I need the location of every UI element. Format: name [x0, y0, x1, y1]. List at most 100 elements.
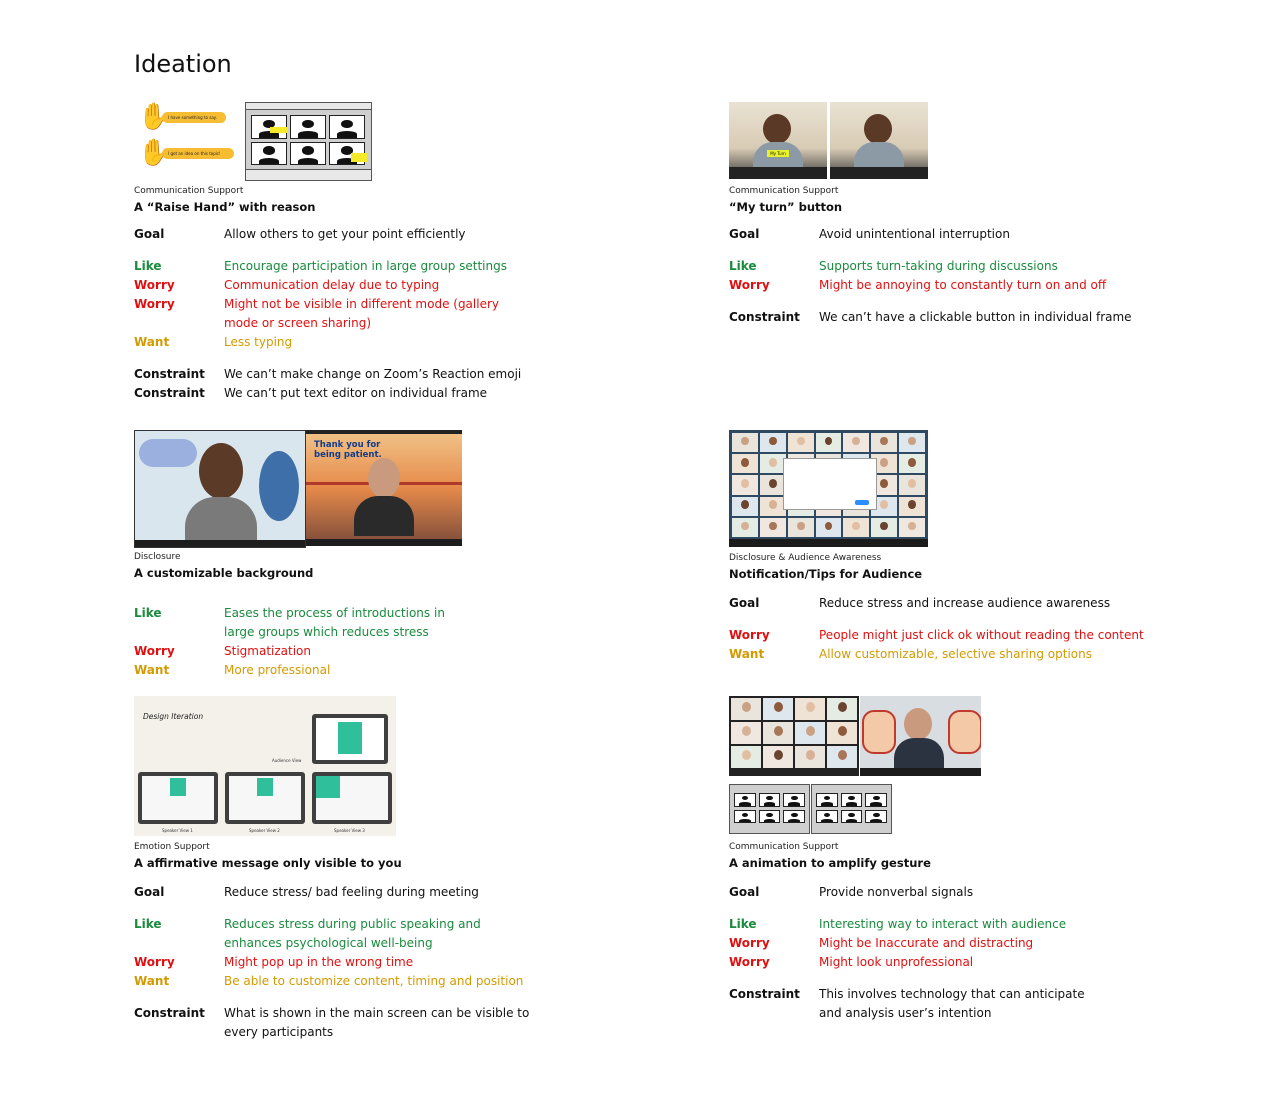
- attr-text: This involves technology that can antici…: [819, 987, 1085, 1020]
- participant-tile: [815, 433, 842, 453]
- participant-tile: [732, 433, 758, 453]
- attr-label: Like: [134, 606, 162, 620]
- card-title: A “Raise Hand” with reason: [134, 200, 316, 214]
- attr-text: Reduce stress and increase audience awar…: [819, 596, 1111, 610]
- attr-label: Like: [729, 259, 757, 273]
- participant-tile: [763, 722, 793, 744]
- card-thumbnails: Thank you for being patient.: [134, 430, 634, 548]
- participant-tile: [731, 722, 761, 744]
- attr-row-constraint: Constraint We can’t have a clickable butt…: [729, 308, 1229, 327]
- attr-text: Might pop up in the wrong time: [224, 955, 414, 969]
- participant-tile: [899, 475, 925, 495]
- attr-row-worry: Worry Might be annoying to constantly tur…: [729, 276, 1229, 295]
- gallery-screenshot: [729, 696, 859, 776]
- speaker-view-label: Speaker View 2: [249, 828, 280, 833]
- attr-text: Avoid unintentional interruption: [819, 227, 1010, 241]
- attr-text: Interesting way to interact with audienc…: [819, 917, 1067, 931]
- attr-row-worry: Worry People might just click ok without …: [729, 626, 1229, 645]
- design-iteration-title: Design Iteration: [143, 712, 204, 721]
- notification-screenshot: [729, 430, 928, 547]
- participant-tile: [843, 433, 870, 453]
- participant-tile: [795, 698, 825, 720]
- attr-row-goal: Goal Provide nonverbal signals: [729, 883, 1229, 902]
- attr-row-goal: Goal Reduce stress and increase audience …: [729, 594, 1229, 613]
- attr-row-want: Want Less typing: [134, 333, 634, 352]
- video-call-screenshot: [830, 102, 928, 179]
- background-banner: Thank you for being patient.: [314, 440, 382, 460]
- card-attributes: Goal Provide nonverbal signals Like Intere…: [729, 883, 1229, 1023]
- wireframe-gallery: [811, 784, 892, 834]
- card-title: A affirmative message only visible to yo…: [134, 856, 402, 870]
- gallery-window-illustration: [245, 102, 372, 181]
- attr-row-worry: Worry Might pop up in the wrong time: [134, 953, 634, 972]
- participant-tile: [759, 517, 786, 537]
- attr-row-like: Like Supports turn-taking during discussi…: [729, 257, 1229, 276]
- card-gesture: Communication Support A animation to amp…: [729, 696, 1229, 1023]
- card-thumbnails: Design Iteration Audience View Speaker V…: [134, 696, 634, 836]
- attr-text: Eases the process of introductions in la…: [224, 606, 445, 639]
- attr-label: Constraint: [134, 1006, 205, 1020]
- attr-text: What is shown in the main screen can be …: [224, 1006, 530, 1039]
- speaker-view-label: Speaker View 1: [162, 828, 193, 833]
- attr-row-like: Like Interesting way to interact with aud…: [729, 915, 1229, 934]
- participant-tile: [763, 746, 793, 768]
- card-title: “My turn” button: [729, 200, 843, 214]
- attr-row-want: Want Be able to customize content, timing…: [134, 972, 634, 991]
- participant-tile: [815, 517, 842, 537]
- card-category: Disclosure: [134, 552, 181, 562]
- card-category: Disclosure & Audience Awareness: [729, 553, 882, 563]
- my-turn-badge: My Turn: [767, 150, 789, 157]
- attr-label: Worry: [134, 278, 175, 292]
- attr-label: Want: [134, 974, 170, 988]
- attr-label: Goal: [134, 227, 165, 241]
- attr-text: Supports turn-taking during discussions: [819, 259, 1058, 273]
- attr-row-worry: Worry Stigmatization: [134, 642, 634, 661]
- wireframe-gallery: [729, 784, 810, 834]
- attr-label: Like: [134, 917, 162, 931]
- attr-label: Like: [729, 917, 757, 931]
- card-title: A customizable background: [134, 566, 314, 580]
- attr-row-constraint: Constraint We can’t put text editor on in…: [134, 384, 634, 403]
- audience-view-label: Audience View: [272, 758, 302, 763]
- attr-label: Worry: [729, 278, 770, 292]
- card-thumbnails: ✋ I have something to say. ✋ I got an id…: [134, 102, 634, 181]
- participant-tile: [795, 746, 825, 768]
- card-title: Notification/Tips for Audience: [729, 567, 923, 581]
- attr-row-like: Like Encourage participation in large gro…: [134, 257, 634, 276]
- attr-text: Reduce stress/ bad feeling during meetin…: [224, 885, 479, 899]
- participant-tile: [732, 517, 758, 537]
- attr-row-constraint: Constraint This involves technology that …: [729, 985, 1229, 1023]
- raise-hand-illustration: ✋ I have something to say. ✋ I got an id…: [134, 102, 238, 172]
- attr-label: Constraint: [134, 367, 205, 381]
- attr-row-worry: Worry Might not be visible in different m…: [134, 295, 634, 333]
- participant-tile: [732, 496, 758, 516]
- attr-text: Encourage participation in large group s…: [224, 259, 507, 273]
- hand-bubble: I got an idea on this topic!: [162, 148, 234, 159]
- participant-tile: [899, 454, 925, 474]
- participant-tile: [731, 698, 761, 720]
- attr-text: Be able to customize content, timing and…: [224, 974, 524, 988]
- participant-tile: [827, 746, 857, 768]
- attr-label: Goal: [729, 596, 760, 610]
- card-attributes: Goal Reduce stress and increase audience …: [729, 594, 1229, 664]
- attr-label: Want: [134, 335, 170, 349]
- participant-tile: [843, 517, 870, 537]
- attr-text: Less typing: [224, 335, 293, 349]
- participant-tile: [759, 433, 786, 453]
- attr-row-worry: Worry Communication delay due to typing: [134, 276, 634, 295]
- attr-row-want: Want More professional: [134, 661, 634, 680]
- card-thumbnails: [729, 696, 1229, 836]
- attr-row-worry: Worry Might be Inaccurate and distracting: [729, 934, 1229, 953]
- gesture-animation-screenshot: [860, 696, 981, 776]
- attr-label: Constraint: [729, 987, 800, 1001]
- card-category: Communication Support: [729, 186, 839, 196]
- attr-label: Worry: [134, 297, 175, 311]
- card-category: Emotion Support: [134, 842, 210, 852]
- attr-text: Allow customizable, selective sharing op…: [819, 647, 1092, 661]
- card-thumbnails: [729, 430, 1229, 547]
- participant-tile: [787, 433, 814, 453]
- custom-background-screenshot: Thank you for being patient.: [306, 430, 462, 546]
- card-raise-hand: ✋ I have something to say. ✋ I got an id…: [134, 102, 634, 403]
- attr-row-like: Like Eases the process of introductions i…: [134, 604, 634, 642]
- card-affirmative: Design Iteration Audience View Speaker V…: [134, 696, 634, 1042]
